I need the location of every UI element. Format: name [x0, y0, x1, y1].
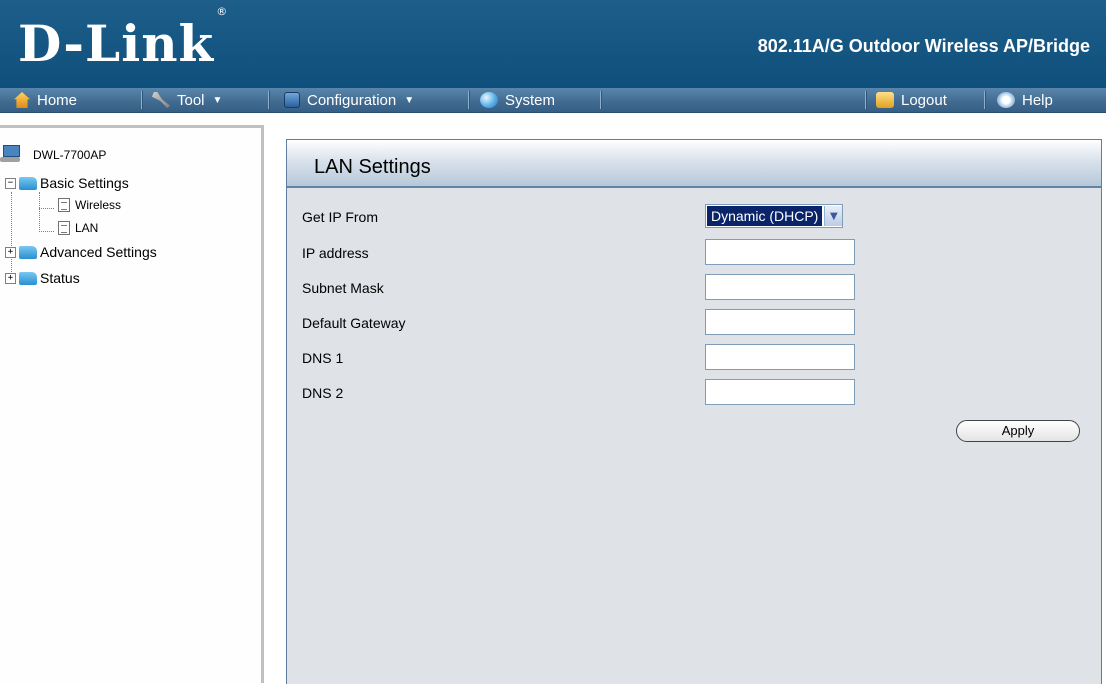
menu-logout-label: Logout: [901, 91, 947, 109]
tree-item-basic-settings-label: Basic Settings: [40, 175, 129, 191]
subnet-mask-input[interactable]: [705, 274, 855, 300]
menu-separator: [141, 91, 143, 109]
tree-item-status[interactable]: + Status: [5, 270, 80, 286]
tree-item-status-label: Status: [40, 270, 80, 286]
computer-icon: [0, 145, 20, 163]
menu-logout[interactable]: Logout: [876, 88, 947, 112]
tree-connector: [39, 231, 54, 232]
expand-icon: +: [5, 272, 16, 284]
menu-configuration-label: Configuration: [307, 91, 397, 109]
menu-home-label: Home: [37, 91, 78, 109]
folder-icon: [19, 271, 37, 285]
lan-settings-panel: LAN Settings Get IP From Dynamic (DHCP) …: [286, 139, 1102, 684]
tree-item-basic-settings[interactable]: − Basic Settings: [5, 175, 129, 191]
menu-separator: [468, 91, 470, 109]
subnet-mask-label: Subnet Mask: [302, 280, 384, 296]
menu-tool-label: Tool: [177, 91, 205, 109]
tree-item-advanced-settings-label: Advanced Settings: [40, 244, 157, 260]
folder-icon: [19, 176, 37, 190]
menu-home[interactable]: Home: [14, 88, 77, 112]
document-icon: [58, 198, 70, 212]
tree-item-root[interactable]: DWL-7700AP: [0, 145, 107, 162]
tree-item-advanced-settings[interactable]: + Advanced Settings: [5, 244, 157, 260]
tree-item-lan-label: LAN: [75, 221, 99, 235]
tree-item-wireless[interactable]: Wireless: [58, 198, 121, 212]
ip-address-label: IP address: [302, 245, 369, 261]
product-title: 802.11A/G Outdoor Wireless AP/Bridge: [757, 36, 1090, 56]
floppy-disk-icon: [284, 92, 300, 108]
tree-item-wireless-label: Wireless: [75, 198, 122, 212]
dns2-label: DNS 2: [302, 385, 344, 401]
menu-separator: [984, 91, 986, 109]
folder-icon: [19, 245, 37, 259]
default-gateway-input[interactable]: [705, 309, 855, 335]
menu-help-label: Help: [1022, 91, 1053, 109]
chevron-down-icon: ▼: [212, 94, 223, 106]
page-title: LAN Settings: [314, 156, 431, 178]
dns1-input[interactable]: [705, 344, 855, 370]
collapse-icon: −: [5, 177, 16, 189]
apply-button[interactable]: Apply: [956, 420, 1080, 442]
get-ip-select[interactable]: Dynamic (DHCP) ▼: [705, 204, 844, 228]
tree-connector: [39, 192, 40, 232]
dlink-logo: D-Link®: [18, 5, 229, 73]
menu-separator: [600, 91, 602, 109]
help-icon: [997, 92, 1015, 108]
dns1-label: DNS 1: [302, 350, 344, 366]
tree-connector: [39, 208, 54, 209]
get-ip-selected-value: Dynamic (DHCP): [707, 206, 823, 226]
document-icon: [58, 221, 70, 235]
main-content: LAN Settings Get IP From Dynamic (DHCP) …: [277, 125, 1106, 684]
menu-separator: [268, 91, 270, 109]
tool-icon: [152, 92, 170, 108]
expand-icon: +: [5, 246, 16, 258]
ip-address-input[interactable]: [705, 239, 855, 265]
header-spacer: [0, 113, 1106, 125]
menu-system[interactable]: System: [480, 88, 555, 112]
menu-help[interactable]: Help: [997, 88, 1053, 112]
key-icon: [876, 92, 894, 108]
tree-item-lan[interactable]: LAN: [58, 221, 98, 235]
get-ip-label: Get IP From: [302, 209, 378, 225]
menu-system-label: System: [505, 91, 556, 109]
tree-item-root-label: DWL-7700AP: [33, 148, 107, 162]
chevron-down-icon[interactable]: ▼: [824, 206, 843, 226]
menu-tool[interactable]: Tool ▼: [152, 88, 222, 112]
default-gateway-label: Default Gateway: [302, 315, 406, 331]
header-bar: D-Link® 802.11A/G Outdoor Wireless AP/Br…: [0, 0, 1106, 88]
home-icon: [14, 92, 30, 108]
menu-separator: [865, 91, 867, 109]
chevron-down-icon: ▼: [404, 94, 415, 106]
panel-header: LAN Settings: [287, 140, 1101, 188]
globe-icon: [480, 92, 498, 108]
dns2-input[interactable]: [705, 379, 855, 405]
navigation-tree: DWL-7700AP − Basic Settings Wireless LAN…: [0, 125, 264, 683]
menu-bar: Home Tool ▼ Configuration ▼ System Logou…: [0, 88, 1106, 113]
menu-configuration[interactable]: Configuration ▼: [284, 88, 414, 112]
